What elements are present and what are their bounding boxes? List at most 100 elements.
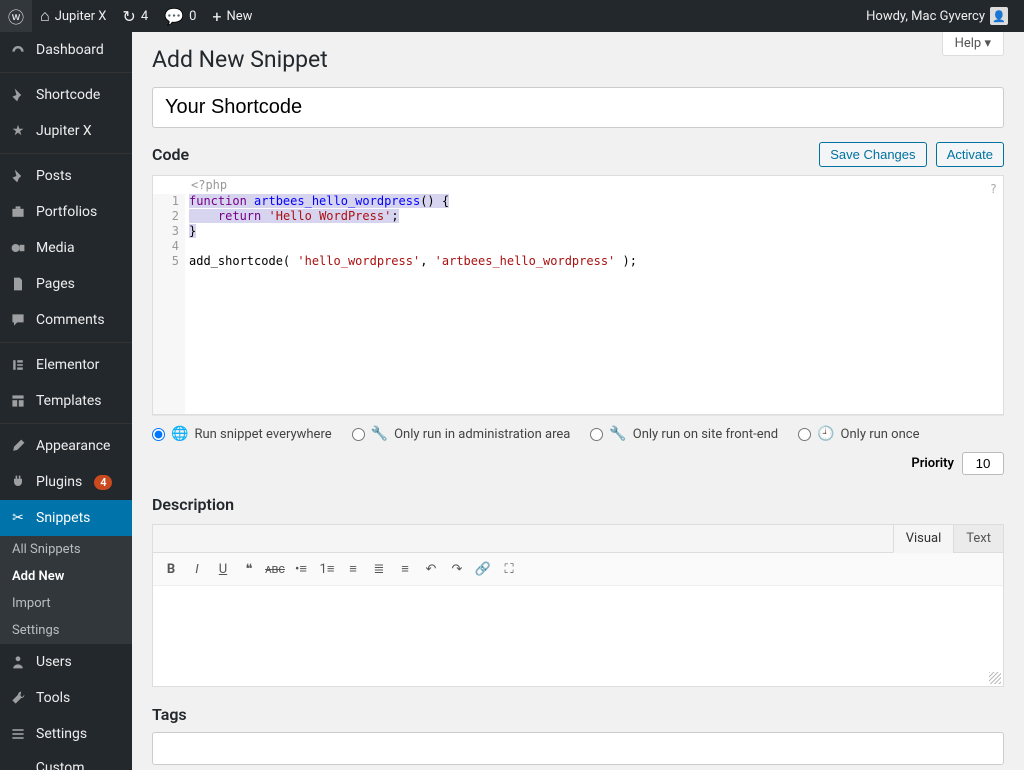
submenu-all-snippets[interactable]: All Snippets [0, 536, 132, 563]
wrench-icon: 🔧 [609, 426, 626, 442]
portfolio-icon [8, 202, 28, 222]
editor-help-icon[interactable]: ? [990, 182, 997, 196]
site-name-link[interactable]: ⌂Jupiter X [32, 0, 114, 32]
description-editor: Visual Text B I U ❝ ᴀʙᴄ •≡ 1≡ ≡ ≣ ≡ ↶ ↷ … [152, 524, 1004, 687]
sidebar-item-media[interactable]: Media [0, 230, 132, 266]
pin-icon [8, 166, 28, 186]
elementor-icon [8, 355, 28, 375]
tab-text[interactable]: Text [953, 525, 1003, 552]
comment-icon: 💬 [164, 7, 184, 26]
media-icon [8, 238, 28, 258]
sidebar-item-dashboard[interactable]: Dashboard [0, 32, 132, 68]
comments-icon [8, 310, 28, 330]
run-once-option[interactable]: 🕘Only run once [798, 426, 919, 442]
code-gutter: 1 2 3 4 5 [153, 194, 185, 414]
italic-icon[interactable]: I [185, 557, 209, 581]
snippets-submenu: All Snippets Add New Import Settings [0, 536, 132, 644]
editor-toolbar: B I U ❝ ᴀʙᴄ •≡ 1≡ ≡ ≣ ≡ ↶ ↷ 🔗 ⛶ [153, 553, 1003, 586]
strikethrough-icon[interactable]: ᴀʙᴄ [263, 557, 287, 581]
brush-icon [8, 436, 28, 456]
tab-visual[interactable]: Visual [893, 525, 954, 553]
comments-count: 0 [189, 9, 196, 24]
link-icon[interactable]: 🔗 [471, 557, 495, 581]
bullet-list-icon[interactable]: •≡ [289, 557, 313, 581]
run-everywhere-option[interactable]: 🌐Run snippet everywhere [152, 426, 332, 442]
page-icon [8, 274, 28, 294]
run-frontend-option[interactable]: 🔧Only run on site front-end [590, 426, 778, 442]
updates-count: 4 [141, 9, 148, 24]
admin-sidebar: Dashboard Shortcode ★Jupiter X Posts Por… [0, 32, 132, 770]
run-options-row: 🌐Run snippet everywhere 🔧Only run in adm… [152, 415, 1004, 485]
resize-handle[interactable] [989, 672, 1001, 684]
numbered-list-icon[interactable]: 1≡ [315, 557, 339, 581]
code-content[interactable]: function artbees_hello_wordpress() { ret… [185, 194, 1003, 414]
sidebar-item-tools[interactable]: Tools [0, 680, 132, 716]
sidebar-item-portfolios[interactable]: Portfolios [0, 194, 132, 230]
star-icon: ★ [8, 121, 28, 141]
updates-link[interactable]: ↻4 [114, 0, 156, 32]
snippet-title-input[interactable] [152, 87, 1004, 128]
users-icon [8, 652, 28, 672]
plugins-badge: 4 [94, 475, 112, 490]
chevron-down-icon: ▾ [984, 36, 991, 51]
sidebar-item-templates[interactable]: Templates [0, 383, 132, 419]
page-title: Add New Snippet [152, 46, 1004, 73]
pin-icon [8, 85, 28, 105]
wp-logo[interactable]: ⓦ [0, 0, 32, 32]
align-right-icon[interactable]: ≡ [393, 557, 417, 581]
run-admin-option[interactable]: 🔧Only run in administration area [352, 426, 571, 442]
bold-icon[interactable]: B [159, 557, 183, 581]
align-left-icon[interactable]: ≡ [341, 557, 365, 581]
description-textarea[interactable] [153, 586, 1003, 686]
new-content-link[interactable]: + New [204, 0, 260, 32]
sidebar-item-customfields[interactable]: Custom Fields [0, 752, 132, 770]
sidebar-item-plugins[interactable]: Plugins4 [0, 464, 132, 500]
redo-icon[interactable]: ↷ [445, 557, 469, 581]
sidebar-item-shortcode[interactable]: Shortcode [0, 77, 132, 113]
submenu-add-new[interactable]: Add New [0, 563, 132, 590]
tags-input[interactable] [152, 732, 1004, 765]
priority-label: Priority [911, 456, 954, 471]
globe-icon: 🌐 [171, 426, 188, 442]
submenu-import[interactable]: Import [0, 590, 132, 617]
wrench-icon [8, 688, 28, 708]
admin-toolbar: ⓦ ⌂Jupiter X ↻4 💬0 +New Howdy, Mac Gyver… [0, 0, 1024, 32]
code-editor[interactable]: <?php 1 2 3 4 5 function artbees_hello_w… [152, 175, 1004, 415]
wrench-icon: 🔧 [371, 426, 388, 442]
new-label: New [226, 9, 252, 24]
help-tab[interactable]: Help ▾ [942, 32, 1004, 56]
avatar: 👤 [990, 7, 1008, 25]
sidebar-item-snippets[interactable]: ✂Snippets [0, 500, 132, 536]
save-changes-button-top[interactable]: Save Changes [819, 142, 926, 167]
sliders-icon [8, 724, 28, 744]
align-center-icon[interactable]: ≣ [367, 557, 391, 581]
site-name: Jupiter X [55, 9, 107, 24]
sidebar-item-elementor[interactable]: Elementor [0, 347, 132, 383]
sidebar-item-pages[interactable]: Pages [0, 266, 132, 302]
sidebar-item-users[interactable]: Users [0, 644, 132, 680]
code-section-title: Code [152, 145, 189, 164]
sidebar-item-comments[interactable]: Comments [0, 302, 132, 338]
wordpress-icon: ⓦ [8, 4, 24, 28]
plug-icon [8, 472, 28, 492]
description-section-title: Description [152, 495, 1004, 514]
sidebar-item-jupiterx[interactable]: ★Jupiter X [0, 113, 132, 149]
activate-button[interactable]: Activate [936, 142, 1004, 167]
comments-link[interactable]: 💬0 [156, 0, 204, 32]
sidebar-item-appearance[interactable]: Appearance [0, 428, 132, 464]
priority-input[interactable] [962, 452, 1004, 475]
sidebar-item-settings[interactable]: Settings [0, 716, 132, 752]
howdy-account[interactable]: Howdy, Mac Gyvercy 👤 [858, 0, 1016, 32]
howdy-text: Howdy, Mac Gyvercy [866, 9, 985, 24]
undo-icon[interactable]: ↶ [419, 557, 443, 581]
underline-icon[interactable]: U [211, 557, 235, 581]
plus-icon: + [212, 7, 221, 26]
quote-icon[interactable]: ❝ [237, 557, 261, 581]
sidebar-item-posts[interactable]: Posts [0, 158, 132, 194]
submenu-settings[interactable]: Settings [0, 617, 132, 644]
main-content: Help ▾ Add New Snippet Code Save Changes… [132, 32, 1024, 770]
php-open-tag: <?php [185, 176, 1003, 194]
fullscreen-icon[interactable]: ⛶ [497, 557, 521, 581]
templates-icon [8, 391, 28, 411]
scissors-icon: ✂ [8, 508, 28, 528]
